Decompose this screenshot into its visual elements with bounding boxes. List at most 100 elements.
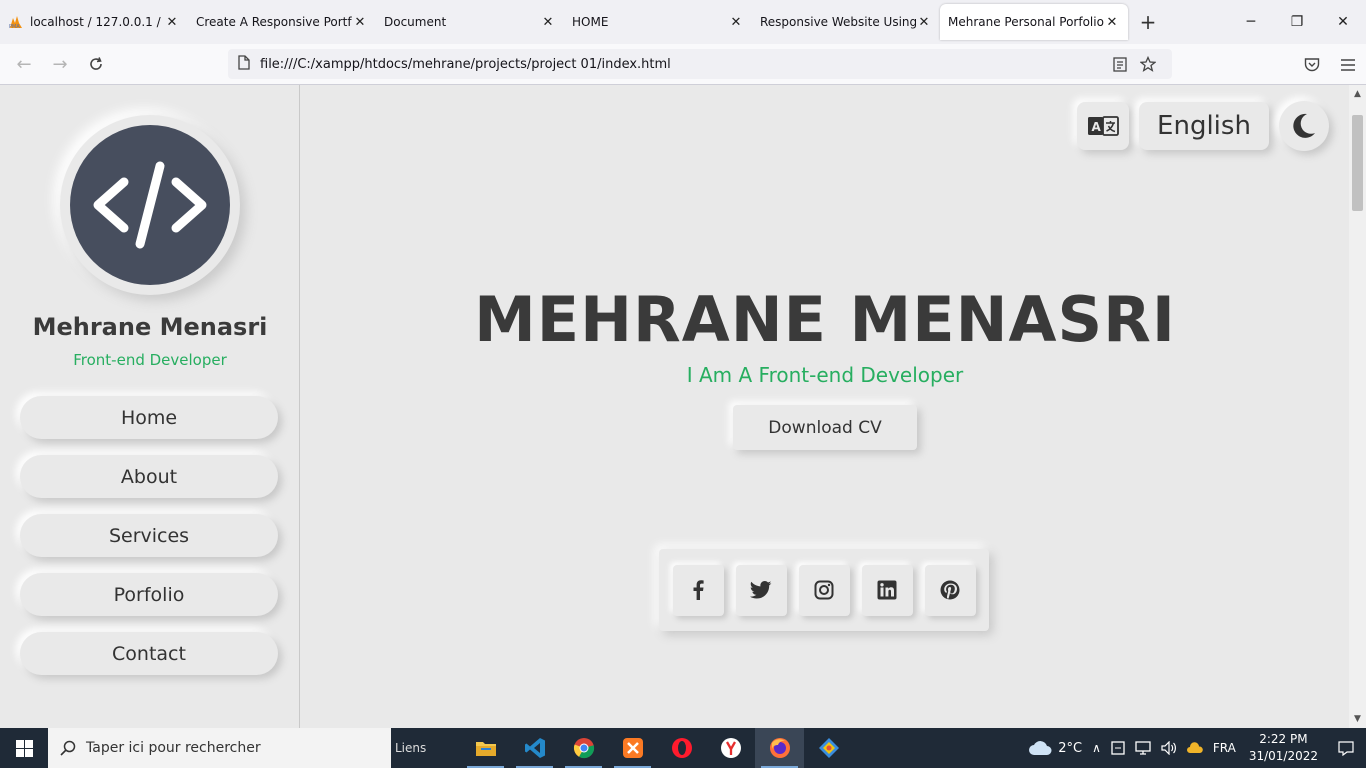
moon-icon [1293, 113, 1315, 138]
close-tab-icon[interactable]: ✕ [916, 15, 932, 30]
yandex-icon [720, 738, 741, 758]
browser-tab[interactable]: Document ✕ [376, 0, 564, 44]
windows-start-button[interactable] [0, 728, 48, 768]
twitter-link[interactable] [735, 564, 787, 616]
code-icon [93, 161, 207, 249]
tray-app-icon[interactable] [1106, 728, 1130, 768]
network-icon[interactable] [1130, 728, 1156, 768]
top-controls: A English [1077, 101, 1329, 151]
new-tab-button[interactable]: + [1128, 0, 1168, 44]
tab-title: HOME [572, 15, 609, 29]
browser-nav-bar: ← → file:///C:/xampp/htdocs/mehrane/proj… [0, 44, 1366, 85]
translate-button[interactable]: A [1077, 102, 1129, 150]
browser-tab[interactable]: PMA localhost / 127.0.0.1 / proj ✕ [0, 0, 188, 44]
back-icon[interactable]: ← [6, 46, 42, 82]
taskbar-file-explorer[interactable] [461, 728, 510, 768]
tab-title: Document [384, 15, 447, 29]
tab-title: Create A Responsive Portfolio [196, 15, 352, 29]
window-controls: ─ ❐ ✕ [1228, 0, 1366, 44]
close-tab-icon[interactable]: ✕ [540, 15, 556, 30]
browser-tab[interactable]: HOME ✕ [564, 0, 752, 44]
taskbar-search-input[interactable]: Taper ici pour rechercher [48, 728, 391, 768]
onedrive-sync-icon[interactable] [1182, 728, 1208, 768]
taskbar-xampp[interactable] [608, 728, 657, 768]
close-tab-icon[interactable]: ✕ [1104, 15, 1120, 30]
taskbar-chrome[interactable] [559, 728, 608, 768]
pinterest-link[interactable] [924, 564, 976, 616]
twitter-icon [750, 581, 772, 599]
pocket-icon[interactable] [1294, 44, 1330, 85]
close-tab-icon[interactable]: ✕ [164, 15, 180, 30]
taskbar-yandex[interactable] [706, 728, 755, 768]
hero-title: MEHRANE MENASRI [474, 283, 1176, 356]
chrome-icon [573, 738, 594, 759]
linkedin-icon [877, 580, 897, 600]
links-toolbar[interactable]: Liens [391, 741, 461, 755]
svg-text:PMA: PMA [9, 24, 20, 29]
tab-title: localhost / 127.0.0.1 / proj [30, 15, 164, 29]
taskbar-opera[interactable] [657, 728, 706, 768]
clock-time: 2:22 PM [1259, 732, 1308, 746]
taskbar-vscode[interactable] [510, 728, 559, 768]
phpmyadmin-icon: PMA [8, 14, 24, 30]
facebook-link[interactable] [672, 564, 724, 616]
scroll-down-icon[interactable]: ▼ [1349, 712, 1366, 726]
browser-tab-active[interactable]: Mehrane Personal Porfolio W ✕ [940, 4, 1128, 40]
reader-view-icon[interactable] [1106, 56, 1134, 72]
close-tab-icon[interactable]: ✕ [352, 15, 368, 30]
taskbar-git[interactable] [804, 728, 853, 768]
tab-title: Mehrane Personal Porfolio W [948, 15, 1104, 29]
windows-taskbar: Taper ici pour rechercher Liens 2°C ∧ FR… [0, 728, 1366, 768]
tray-chevron-up-icon[interactable]: ∧ [1087, 728, 1106, 768]
close-window-icon[interactable]: ✕ [1320, 0, 1366, 44]
sidebar: Mehrane Menasri Front-end Developer Home… [0, 85, 300, 728]
scrollbar-thumb[interactable] [1352, 115, 1363, 211]
facebook-icon [693, 580, 704, 600]
browser-tab[interactable]: Create A Responsive Portfolio ✕ [188, 0, 376, 44]
gitkraken-icon [818, 738, 839, 758]
translate-icon: A [1088, 116, 1119, 136]
language-select[interactable]: English [1139, 102, 1269, 150]
browser-tab[interactable]: Responsive Website Using HT ✕ [752, 0, 940, 44]
social-links [659, 549, 989, 631]
page-icon [238, 54, 250, 74]
menu-item-services[interactable]: Services [20, 514, 278, 557]
page-scrollbar[interactable]: ▲ ▼ [1349, 85, 1366, 728]
url-text[interactable]: file:///C:/xampp/htdocs/mehrane/projects… [260, 57, 1106, 72]
clock-date: 31/01/2022 [1248, 749, 1318, 763]
input-language[interactable]: FRA [1208, 728, 1241, 768]
tab-title: Responsive Website Using HT [760, 15, 916, 29]
restore-icon[interactable]: ❐ [1274, 0, 1320, 44]
clock[interactable]: 2:22 PM 31/01/2022 [1241, 728, 1326, 768]
menu-item-about[interactable]: About [20, 455, 278, 498]
instagram-link[interactable] [798, 564, 850, 616]
menu-item-home[interactable]: Home [20, 396, 278, 439]
weather-temp: 2°C [1058, 740, 1083, 756]
notifications-icon[interactable] [1326, 728, 1366, 768]
close-tab-icon[interactable]: ✕ [728, 15, 744, 30]
vscode-icon [524, 738, 545, 758]
reload-icon[interactable] [78, 46, 114, 82]
minimize-icon[interactable]: ─ [1228, 0, 1274, 44]
menu-item-contact[interactable]: Contact [20, 632, 278, 675]
menu-item-portfolio[interactable]: Porfolio [20, 573, 278, 616]
taskbar-firefox[interactable] [755, 728, 804, 768]
address-bar[interactable]: file:///C:/xampp/htdocs/mehrane/projects… [228, 49, 1172, 79]
system-tray: 2°C ∧ FRA 2:22 PM 31/01/2022 [1023, 728, 1366, 768]
cloud-icon [1029, 741, 1052, 755]
linkedin-link[interactable] [861, 564, 913, 616]
volume-icon[interactable] [1156, 728, 1182, 768]
download-cv-button[interactable]: Download CV [733, 405, 917, 450]
xampp-icon [622, 738, 643, 758]
bookmark-star-icon[interactable] [1134, 56, 1162, 72]
sidebar-menu: Home About Services Porfolio Contact [20, 396, 278, 691]
scroll-up-icon[interactable]: ▲ [1349, 87, 1366, 101]
opera-icon [671, 738, 692, 758]
theme-toggle-button[interactable] [1279, 101, 1329, 151]
windows-logo-icon [15, 739, 33, 757]
weather-widget[interactable]: 2°C [1023, 728, 1087, 768]
forward-icon[interactable]: → [42, 46, 78, 82]
hamburger-menu-icon[interactable] [1330, 44, 1366, 85]
folder-icon [475, 742, 496, 756]
sidebar-name: Mehrane Menasri [32, 313, 268, 341]
